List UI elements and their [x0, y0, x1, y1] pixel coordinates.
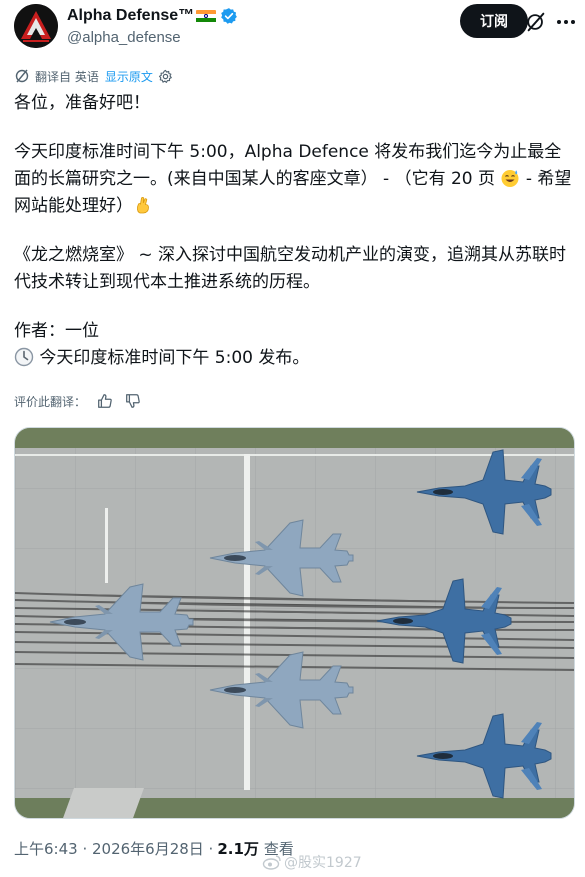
view-count: 2.1万	[217, 840, 259, 858]
show-original-link[interactable]: 显示原文	[105, 68, 153, 85]
post-paragraph: 《龙之燃烧室》 ~ 深入探讨中国航空发动机产业的演变，追溯其从苏联时代技术转让到…	[14, 245, 567, 292]
sweat-smile-emoji-icon	[501, 170, 519, 187]
watermark: @股实1927	[262, 852, 362, 872]
post-paragraph: 今天印度标准时间下午 5:00，Alpha Defence 将发布我们迄今为止最…	[14, 139, 574, 220]
post-image[interactable]	[14, 427, 575, 819]
translate-icon	[15, 69, 29, 83]
rate-translation: 评价此翻译：	[14, 391, 142, 411]
watermark-text: @股实1927	[284, 855, 362, 871]
weibo-logo-icon	[262, 855, 281, 870]
gear-icon[interactable]	[158, 69, 173, 84]
crossed-fingers-emoji-icon	[137, 197, 149, 214]
clock-icon	[14, 347, 34, 367]
post-header: Alpha Defense™ @alpha_defense 订阅	[14, 4, 575, 50]
translation-bar: 翻译自 英语 显示原文	[14, 66, 173, 86]
rate-label: 评价此翻译：	[14, 394, 87, 409]
india-flag-icon	[196, 9, 217, 23]
post-line: 作者：一位	[14, 321, 99, 341]
jets-on-apron-photo	[15, 428, 574, 818]
thumbs-down-icon[interactable]	[124, 392, 142, 410]
display-name[interactable]: Alpha Defense™	[67, 7, 194, 25]
author-block: Alpha Defense™ @alpha_defense	[67, 5, 238, 46]
avatar[interactable]	[14, 4, 58, 48]
grok-icon[interactable]	[525, 11, 547, 33]
translated-from-label: 翻译自 英语	[35, 69, 99, 84]
verified-badge-icon	[221, 8, 238, 24]
handle[interactable]: @alpha_defense	[67, 29, 238, 46]
alpha-logo-icon	[14, 4, 58, 48]
post-line: 各位，准备好吧！	[14, 93, 150, 113]
subscribe-button[interactable]: 订阅	[460, 4, 528, 38]
timestamp[interactable]: 上午6:43 · 2026年6月28日 ·	[14, 838, 213, 859]
post-text: 各位，准备好吧！ 今天印度标准时间下午 5:00，Alpha Defence 将…	[14, 90, 574, 372]
thumbs-up-icon[interactable]	[96, 392, 114, 410]
post-meta: 上午6:43 · 2026年6月28日 · 2.1万 查看	[14, 838, 294, 859]
post-line: 今天印度标准时间下午 5:00 发布。	[34, 348, 310, 368]
post-paragraph: 今天印度标准时间下午 5:00 发布。	[14, 345, 574, 372]
more-icon[interactable]	[554, 12, 578, 32]
post-line: 今天印度标准时间下午 5:00，Alpha Defence 将发布我们迄今为止最…	[14, 142, 562, 189]
